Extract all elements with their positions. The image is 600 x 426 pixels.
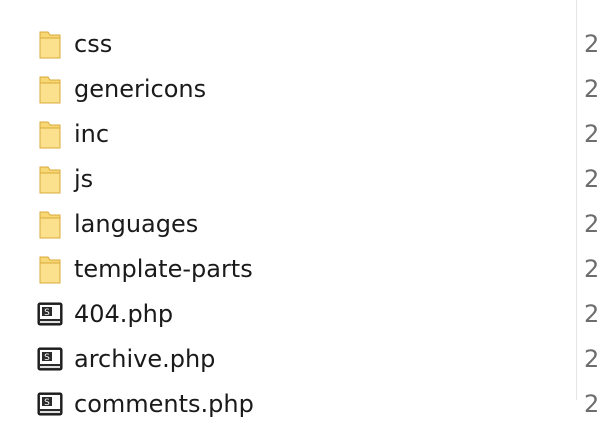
php-file-icon: S: [36, 298, 64, 330]
file-date-modified: 2: [584, 165, 600, 193]
folder-icon: [36, 28, 64, 60]
file-row-css[interactable]: css 2: [0, 22, 600, 66]
file-name: 404.php: [74, 300, 174, 328]
folder-icon: [36, 208, 64, 240]
file-name: languages: [74, 210, 199, 238]
file-date-modified: 2: [584, 300, 600, 328]
file-row-js[interactable]: js 2: [0, 157, 600, 201]
file-row-languages[interactable]: languages 2: [0, 202, 600, 246]
php-file-icon: S: [36, 388, 64, 420]
file-name: template-parts: [74, 255, 253, 283]
file-name: comments.php: [74, 390, 254, 418]
file-date-modified: 2: [584, 75, 600, 103]
file-row-comments-php[interactable]: S comments.php 2: [0, 382, 600, 426]
folder-icon: [36, 253, 64, 285]
file-date-modified: 2: [584, 255, 600, 283]
folder-icon: [36, 163, 64, 195]
file-row-archive-php[interactable]: S archive.php 2: [0, 337, 600, 381]
php-file-icon: S: [36, 343, 64, 375]
file-name: genericons: [74, 75, 207, 103]
file-row-template-parts[interactable]: template-parts 2: [0, 247, 600, 291]
file-date-modified: 2: [584, 120, 600, 148]
file-name: js: [74, 165, 94, 193]
folder-icon: [36, 118, 64, 150]
file-date-modified: 2: [584, 345, 600, 373]
file-list: css 2 genericons 2 inc 2 js 2 languages …: [0, 0, 600, 418]
file-name: css: [74, 30, 113, 58]
file-row-inc[interactable]: inc 2: [0, 112, 600, 156]
file-row-genericons[interactable]: genericons 2: [0, 67, 600, 111]
file-date-modified: 2: [584, 210, 600, 238]
svg-text:S: S: [44, 308, 50, 318]
file-name: archive.php: [74, 345, 216, 373]
file-date-modified: 2: [584, 30, 600, 58]
file-date-modified: 2: [584, 390, 600, 418]
file-row-404-php[interactable]: S 404.php 2: [0, 292, 600, 336]
svg-text:S: S: [44, 353, 50, 363]
folder-icon: [36, 73, 64, 105]
file-name: inc: [74, 120, 110, 148]
